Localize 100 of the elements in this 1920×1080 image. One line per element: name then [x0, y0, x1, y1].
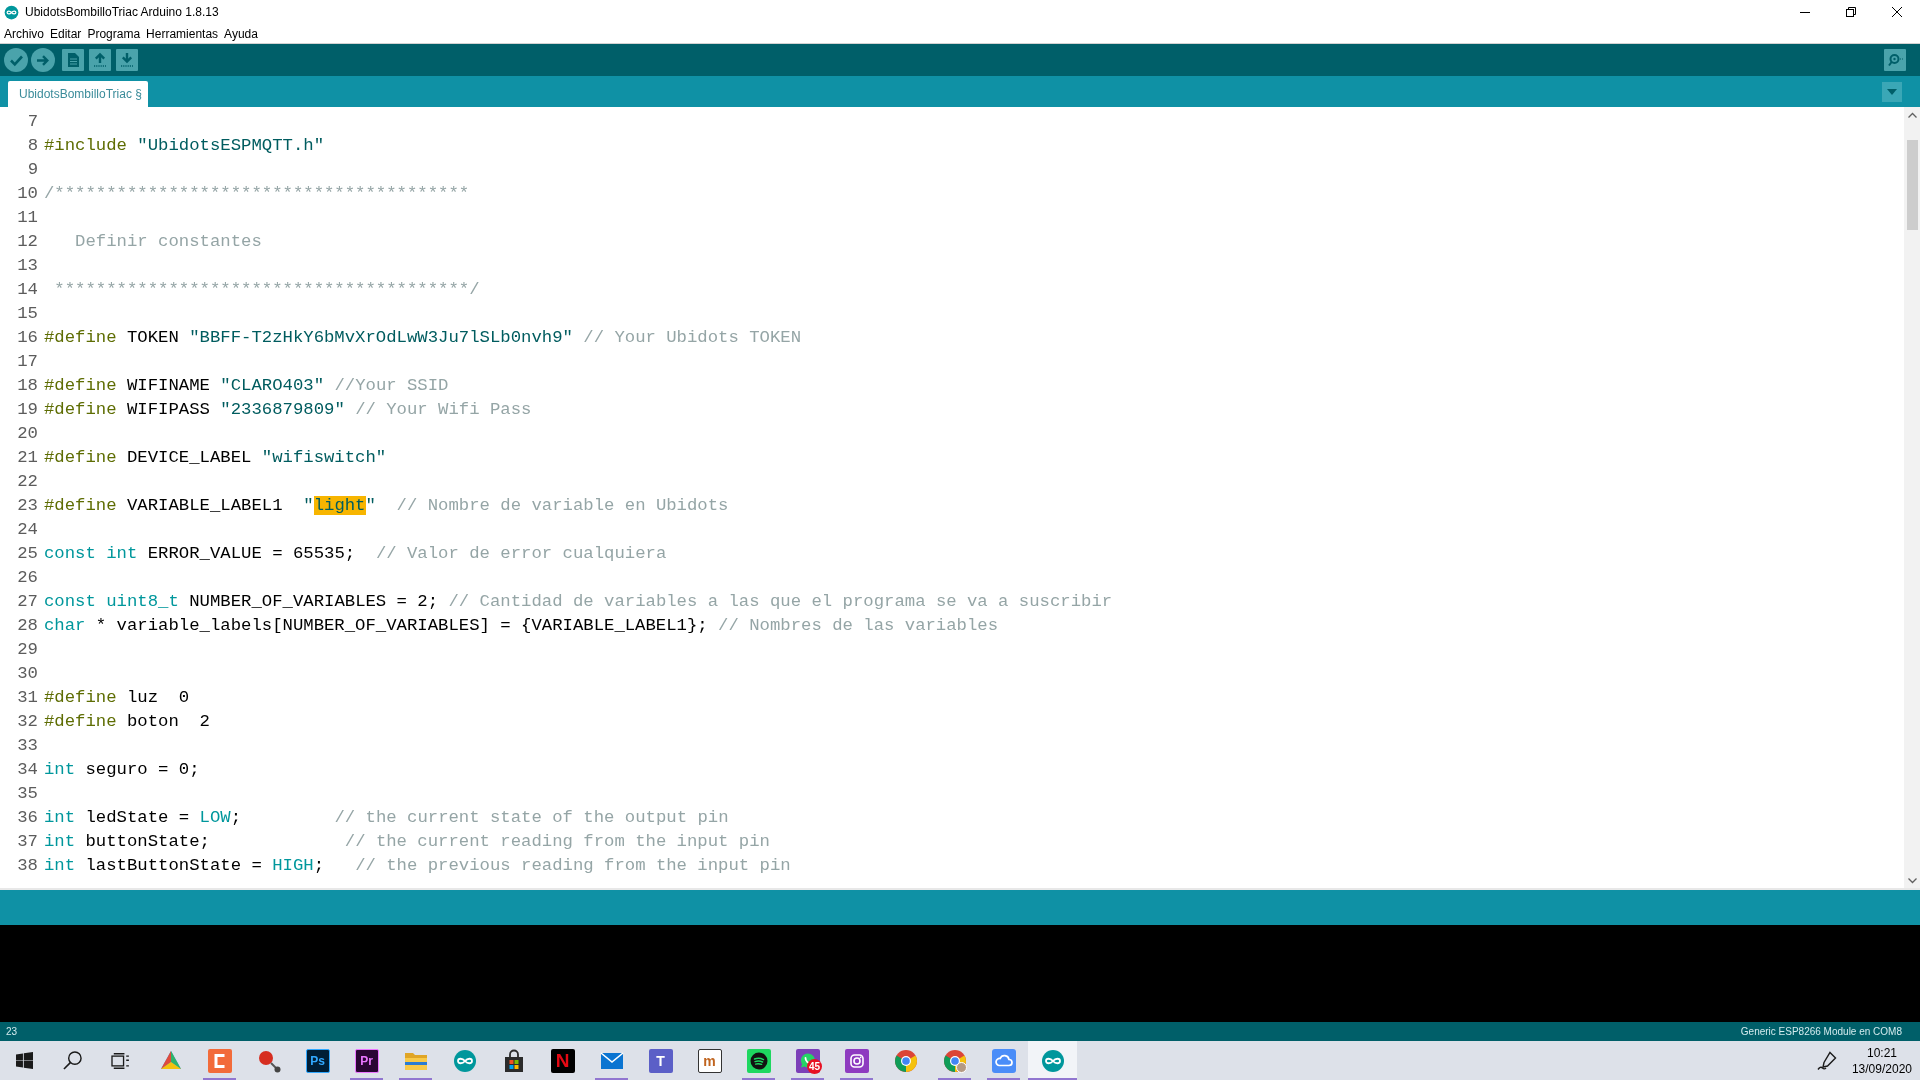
infinity-circle-icon: [4, 4, 19, 20]
line-number: 16: [17, 327, 38, 349]
infinity-circle-icon[interactable]: [1040, 1048, 1065, 1073]
code-line: #define WIFINAME "CLARO403" //Your SSID: [44, 375, 449, 397]
line-number: 10: [17, 183, 38, 205]
code-line: const int ERROR_VALUE = 65535; // Valor de error cualquiera: [44, 543, 667, 565]
right-arrow-icon[interactable]: [37, 54, 49, 66]
save-button[interactable]: [116, 49, 138, 71]
taskbar-app[interactable]: 45: [783, 1041, 832, 1080]
code-line: #define WIFIPASS "2336879809" // Your Wifi Pass: [44, 399, 532, 421]
line-number: 29: [17, 639, 38, 661]
line-number: 24: [17, 519, 38, 541]
taskbar-app[interactable]: Ps: [293, 1041, 342, 1080]
menu-item[interactable]: Archivo: [1, 24, 47, 43]
editor-tab[interactable]: UbidotsBombilloTriac §: [8, 81, 148, 107]
minimize-icon[interactable]: [1800, 11, 1810, 13]
taskbar-app[interactable]: T: [636, 1041, 685, 1080]
line-number: 23: [17, 495, 38, 517]
upload-button[interactable]: [31, 48, 55, 72]
window-title: UbidotsBombilloTriac Arduino 1.8.13: [25, 5, 219, 19]
down-arrow-icon[interactable]: [121, 53, 133, 67]
line-number: 14: [17, 279, 38, 301]
verify-button[interactable]: [4, 48, 28, 72]
code-line: const uint8_t NUMBER_OF_VARIABLES = 2; // Cantidad de variables a las que el programa se va a suscribir: [44, 591, 1113, 613]
code-line: ****************************************/: [53, 279, 480, 301]
code-line: /****************************************: [44, 183, 470, 205]
cursor-line-number: 23: [6, 1026, 18, 1037]
code-line: #define DEVICE_LABEL "wifiswitch": [44, 447, 387, 469]
code-line: int seguro = 0;: [44, 759, 200, 781]
line-number: 25: [17, 543, 38, 565]
code-line: #include "UbidotsESPMQTT.h": [44, 135, 324, 157]
line-number: 35: [17, 783, 38, 805]
sound-arcs-icon[interactable]: [746, 1048, 771, 1073]
color-wheel-icon[interactable]: [942, 1048, 967, 1073]
line-number: 33: [17, 735, 38, 757]
new-button[interactable]: [62, 49, 84, 71]
infinity-circle-icon[interactable]: [452, 1048, 477, 1073]
menu-item[interactable]: Herramientas: [143, 24, 222, 43]
task-view-icon[interactable]: [111, 1052, 129, 1069]
taskbar-app[interactable]: Pr: [342, 1041, 391, 1080]
chat-bubble-icon[interactable]: [795, 1048, 820, 1073]
code-line: int ledState = LOW; // the current state of the output pin: [44, 807, 729, 829]
line-number: 34: [17, 759, 38, 781]
menu-item[interactable]: Ayuda: [221, 24, 261, 43]
taskbar-app[interactable]: m: [685, 1041, 734, 1080]
restore-icon[interactable]: [1846, 7, 1856, 17]
cloud-icon[interactable]: [991, 1048, 1016, 1073]
up-caret-icon[interactable]: [1907, 112, 1917, 118]
vertical-scrollbar[interactable]: [1904, 107, 1920, 888]
document-icon[interactable]: [67, 53, 79, 67]
line-number: 31: [17, 687, 38, 709]
line-number: 7: [27, 111, 38, 133]
line-number: 12: [17, 231, 38, 253]
clock-date: 13/09/2020: [1851, 1060, 1912, 1077]
line-number: 22: [17, 471, 38, 493]
check-icon[interactable]: [9, 54, 23, 66]
code-line: int lastButtonState = HIGH; // the previous reading from the input pin: [44, 855, 791, 877]
code-line: #define TOKEN "BBFF-T2zHkY6bMvXrOdLwW3Ju7lSLb0nvh9" // Your Ubidots TOKEN: [44, 327, 802, 349]
menu-item[interactable]: Editar: [47, 24, 85, 43]
ball-icon[interactable]: [256, 1048, 281, 1073]
line-number: 37: [17, 831, 38, 853]
down-triangle-icon[interactable]: [1887, 88, 1897, 95]
code-line: #define boton 2: [44, 711, 210, 733]
menu-item[interactable]: Programa: [84, 24, 144, 43]
line-number: 15: [17, 303, 38, 325]
line-number: 38: [17, 855, 38, 877]
down-caret-icon[interactable]: [1907, 877, 1917, 883]
taskbar-app[interactable]: N: [538, 1041, 587, 1080]
line-number: 30: [17, 663, 38, 685]
clock-time: 10:21: [1866, 1044, 1897, 1061]
color-wheel-icon[interactable]: [893, 1048, 918, 1073]
close-icon[interactable]: [1892, 7, 1902, 17]
code-line: char * variable_labels[NUMBER_OF_VARIABLES] = {VARIABLE_LABEL1}; // Nombres de las variables: [44, 615, 999, 637]
line-number: 9: [27, 159, 38, 181]
line-number: 32: [17, 711, 38, 733]
open-button[interactable]: [89, 49, 111, 71]
code-line: int buttonState; // the current reading from the input pin: [44, 831, 770, 853]
line-number: 28: [17, 615, 38, 637]
four-panes-icon[interactable]: [15, 1052, 33, 1069]
code-line: Definir constantes: [74, 231, 262, 253]
line-number: 18: [17, 375, 38, 397]
line-number: 27: [17, 591, 38, 613]
camera-icon[interactable]: [844, 1048, 869, 1073]
line-number: 13: [17, 255, 38, 277]
line-number: 26: [17, 567, 38, 589]
search-icon[interactable]: [62, 1051, 82, 1070]
line-number: 21: [17, 447, 38, 469]
up-arrow-icon[interactable]: [94, 53, 106, 67]
tab-menu-button[interactable]: [1882, 81, 1902, 102]
serial-monitor-button[interactable]: [1884, 49, 1906, 71]
magnifier-icon[interactable]: [1887, 54, 1903, 66]
code-line: #define VARIABLE_LABEL1 "light" // Nombre de variable en Ubidots: [44, 495, 729, 517]
line-number: 20: [17, 423, 38, 445]
line-number: 17: [17, 351, 38, 373]
bracket-tile-icon[interactable]: [207, 1048, 232, 1073]
code-line: #define luz 0: [44, 687, 190, 709]
scrollbar-thumb[interactable]: [1906, 140, 1918, 230]
line-number: 36: [17, 807, 38, 829]
line-number: 19: [17, 399, 38, 421]
line-number: 11: [17, 207, 38, 229]
